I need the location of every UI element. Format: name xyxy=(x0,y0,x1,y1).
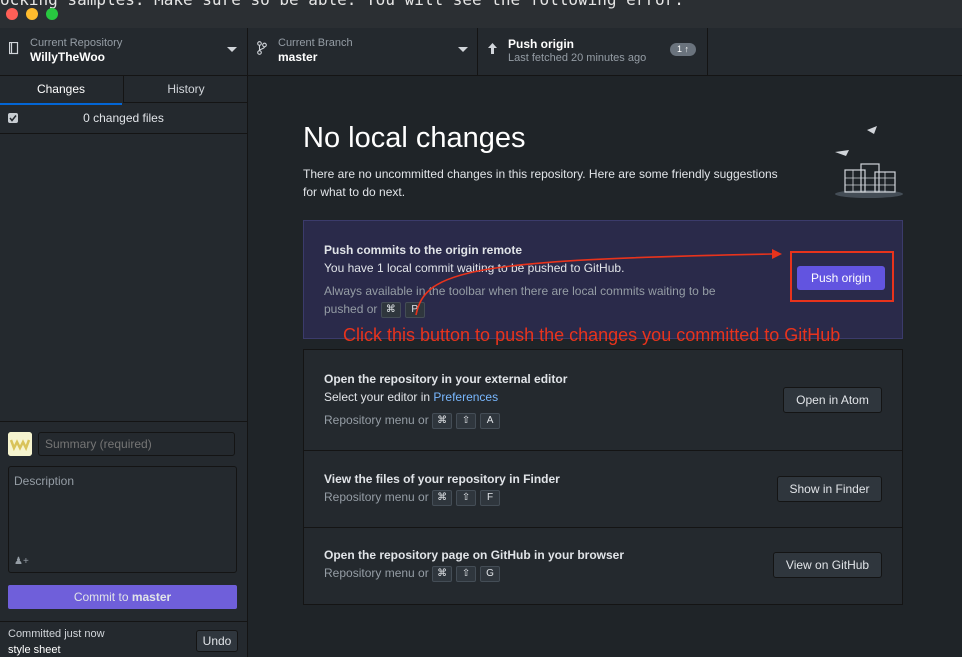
editor-card-text-prefix: Select your editor in xyxy=(324,390,434,404)
editor-card-title: Open the repository in your external edi… xyxy=(324,372,568,386)
close-window-button[interactable] xyxy=(6,8,18,20)
undo-button[interactable]: Undo xyxy=(196,630,238,652)
toolbar: Current Repository WillyTheWoo Current B… xyxy=(0,28,962,76)
chevron-down-icon xyxy=(227,47,237,52)
intro-text: There are no uncommitted changes in this… xyxy=(303,165,778,201)
intro-line-1: There are no uncommitted changes in this… xyxy=(303,167,778,181)
branch-icon xyxy=(257,41,267,55)
repository-name: WillyTheWoo xyxy=(30,50,105,64)
background-code-text: ocking samples. Make sure so be able. Yo… xyxy=(0,0,684,9)
finder-card-hint: Repository menu or ⌘ ⇧ F xyxy=(324,490,504,506)
commit-button[interactable]: Commit to master xyxy=(8,585,237,609)
tab-history[interactable]: History xyxy=(123,76,248,103)
annotation-text: Click this button to push the changes yo… xyxy=(343,325,841,345)
push-origin-toolbar-button[interactable]: Push origin Last fetched 20 minutes ago … xyxy=(478,28,708,75)
current-branch-dropdown[interactable]: Current Branch master xyxy=(248,28,478,75)
last-fetched-text: Last fetched 20 minutes ago xyxy=(508,52,647,64)
description-placeholder: Description xyxy=(14,474,75,488)
commit-button-label: Commit to xyxy=(73,590,132,604)
current-repository-dropdown[interactable]: Current Repository WillyTheWoo xyxy=(0,28,248,75)
view-on-github-card: Open the repository page on GitHub in yo… xyxy=(304,528,902,604)
divider xyxy=(0,621,247,622)
last-commit-time: Committed just now xyxy=(8,628,105,640)
editor-card-text: Select your editor in Preferences xyxy=(324,390,498,404)
no-changes-illustration xyxy=(835,126,903,198)
branch-name: master xyxy=(278,50,318,64)
zoom-window-button[interactable] xyxy=(46,8,58,20)
annotation-arrow xyxy=(415,249,782,316)
command-key: ⌘ xyxy=(432,566,453,582)
open-in-atom-button[interactable]: Open in Atom xyxy=(783,387,882,413)
shift-key: ⇧ xyxy=(456,566,477,582)
avatar-image xyxy=(8,432,32,456)
finder-card-title: View the files of your repository in Fin… xyxy=(324,472,560,486)
commits-ahead-badge: 1 ↑ xyxy=(670,43,696,56)
push-origin-button[interactable]: Push origin xyxy=(797,266,885,290)
page-title: No local changes xyxy=(303,122,526,154)
add-coauthor-icon[interactable]: ♟+ xyxy=(14,556,29,567)
repo-icon xyxy=(9,42,19,55)
open-editor-card: Open the repository in your external edi… xyxy=(304,350,902,451)
avatar xyxy=(8,432,32,456)
window-titlebar: ocking samples. Make sure so be able. Yo… xyxy=(0,0,962,29)
show-in-finder-card: View the files of your repository in Fin… xyxy=(304,451,902,528)
finder-hint-prefix: Repository menu or xyxy=(324,490,429,505)
divider xyxy=(0,421,247,422)
sidebar: Changes History 0 changed files Descript… xyxy=(0,76,248,657)
arrow-up-icon xyxy=(488,43,497,54)
editor-hint-prefix: Repository menu or xyxy=(324,413,429,428)
shift-key: ⇧ xyxy=(456,413,477,429)
github-hint-prefix: Repository menu or xyxy=(324,566,429,581)
last-commit-message: style sheet xyxy=(8,644,61,656)
description-field[interactable]: Description ♟+ xyxy=(8,466,237,573)
summary-input[interactable] xyxy=(38,432,235,456)
github-card-title: Open the repository page on GitHub in yo… xyxy=(324,548,625,562)
push-card-hint-prefix: pushed or xyxy=(324,302,378,317)
branch-label: Current Branch xyxy=(278,37,353,49)
view-on-github-button[interactable]: View on GitHub xyxy=(773,552,882,578)
editor-card-hint: Repository menu or ⌘ ⇧ A xyxy=(324,413,504,429)
f-key: F xyxy=(480,490,501,506)
shift-key: ⇧ xyxy=(456,490,477,506)
chevron-down-icon xyxy=(458,47,468,52)
push-origin-label: Push origin xyxy=(508,37,574,51)
command-key: ⌘ xyxy=(432,490,453,506)
commit-branch-name: master xyxy=(131,590,172,604)
minimize-window-button[interactable] xyxy=(26,8,38,20)
command-key: ⌘ xyxy=(432,413,453,429)
intro-line-2: for what to do next. xyxy=(303,185,406,199)
a-key: A xyxy=(480,413,501,429)
repository-label: Current Repository xyxy=(30,37,123,49)
suggestions-list: Open the repository in your external edi… xyxy=(303,349,903,605)
g-key: G xyxy=(480,566,501,582)
command-key: ⌘ xyxy=(380,302,401,318)
changed-files-header: 0 changed files xyxy=(0,105,247,134)
changed-files-count: 0 changed files xyxy=(83,111,164,125)
github-card-hint: Repository menu or ⌘ ⇧ G xyxy=(324,566,504,582)
preferences-link[interactable]: Preferences xyxy=(433,390,498,404)
show-in-finder-button[interactable]: Show in Finder xyxy=(777,476,882,502)
tab-changes[interactable]: Changes xyxy=(0,76,122,105)
